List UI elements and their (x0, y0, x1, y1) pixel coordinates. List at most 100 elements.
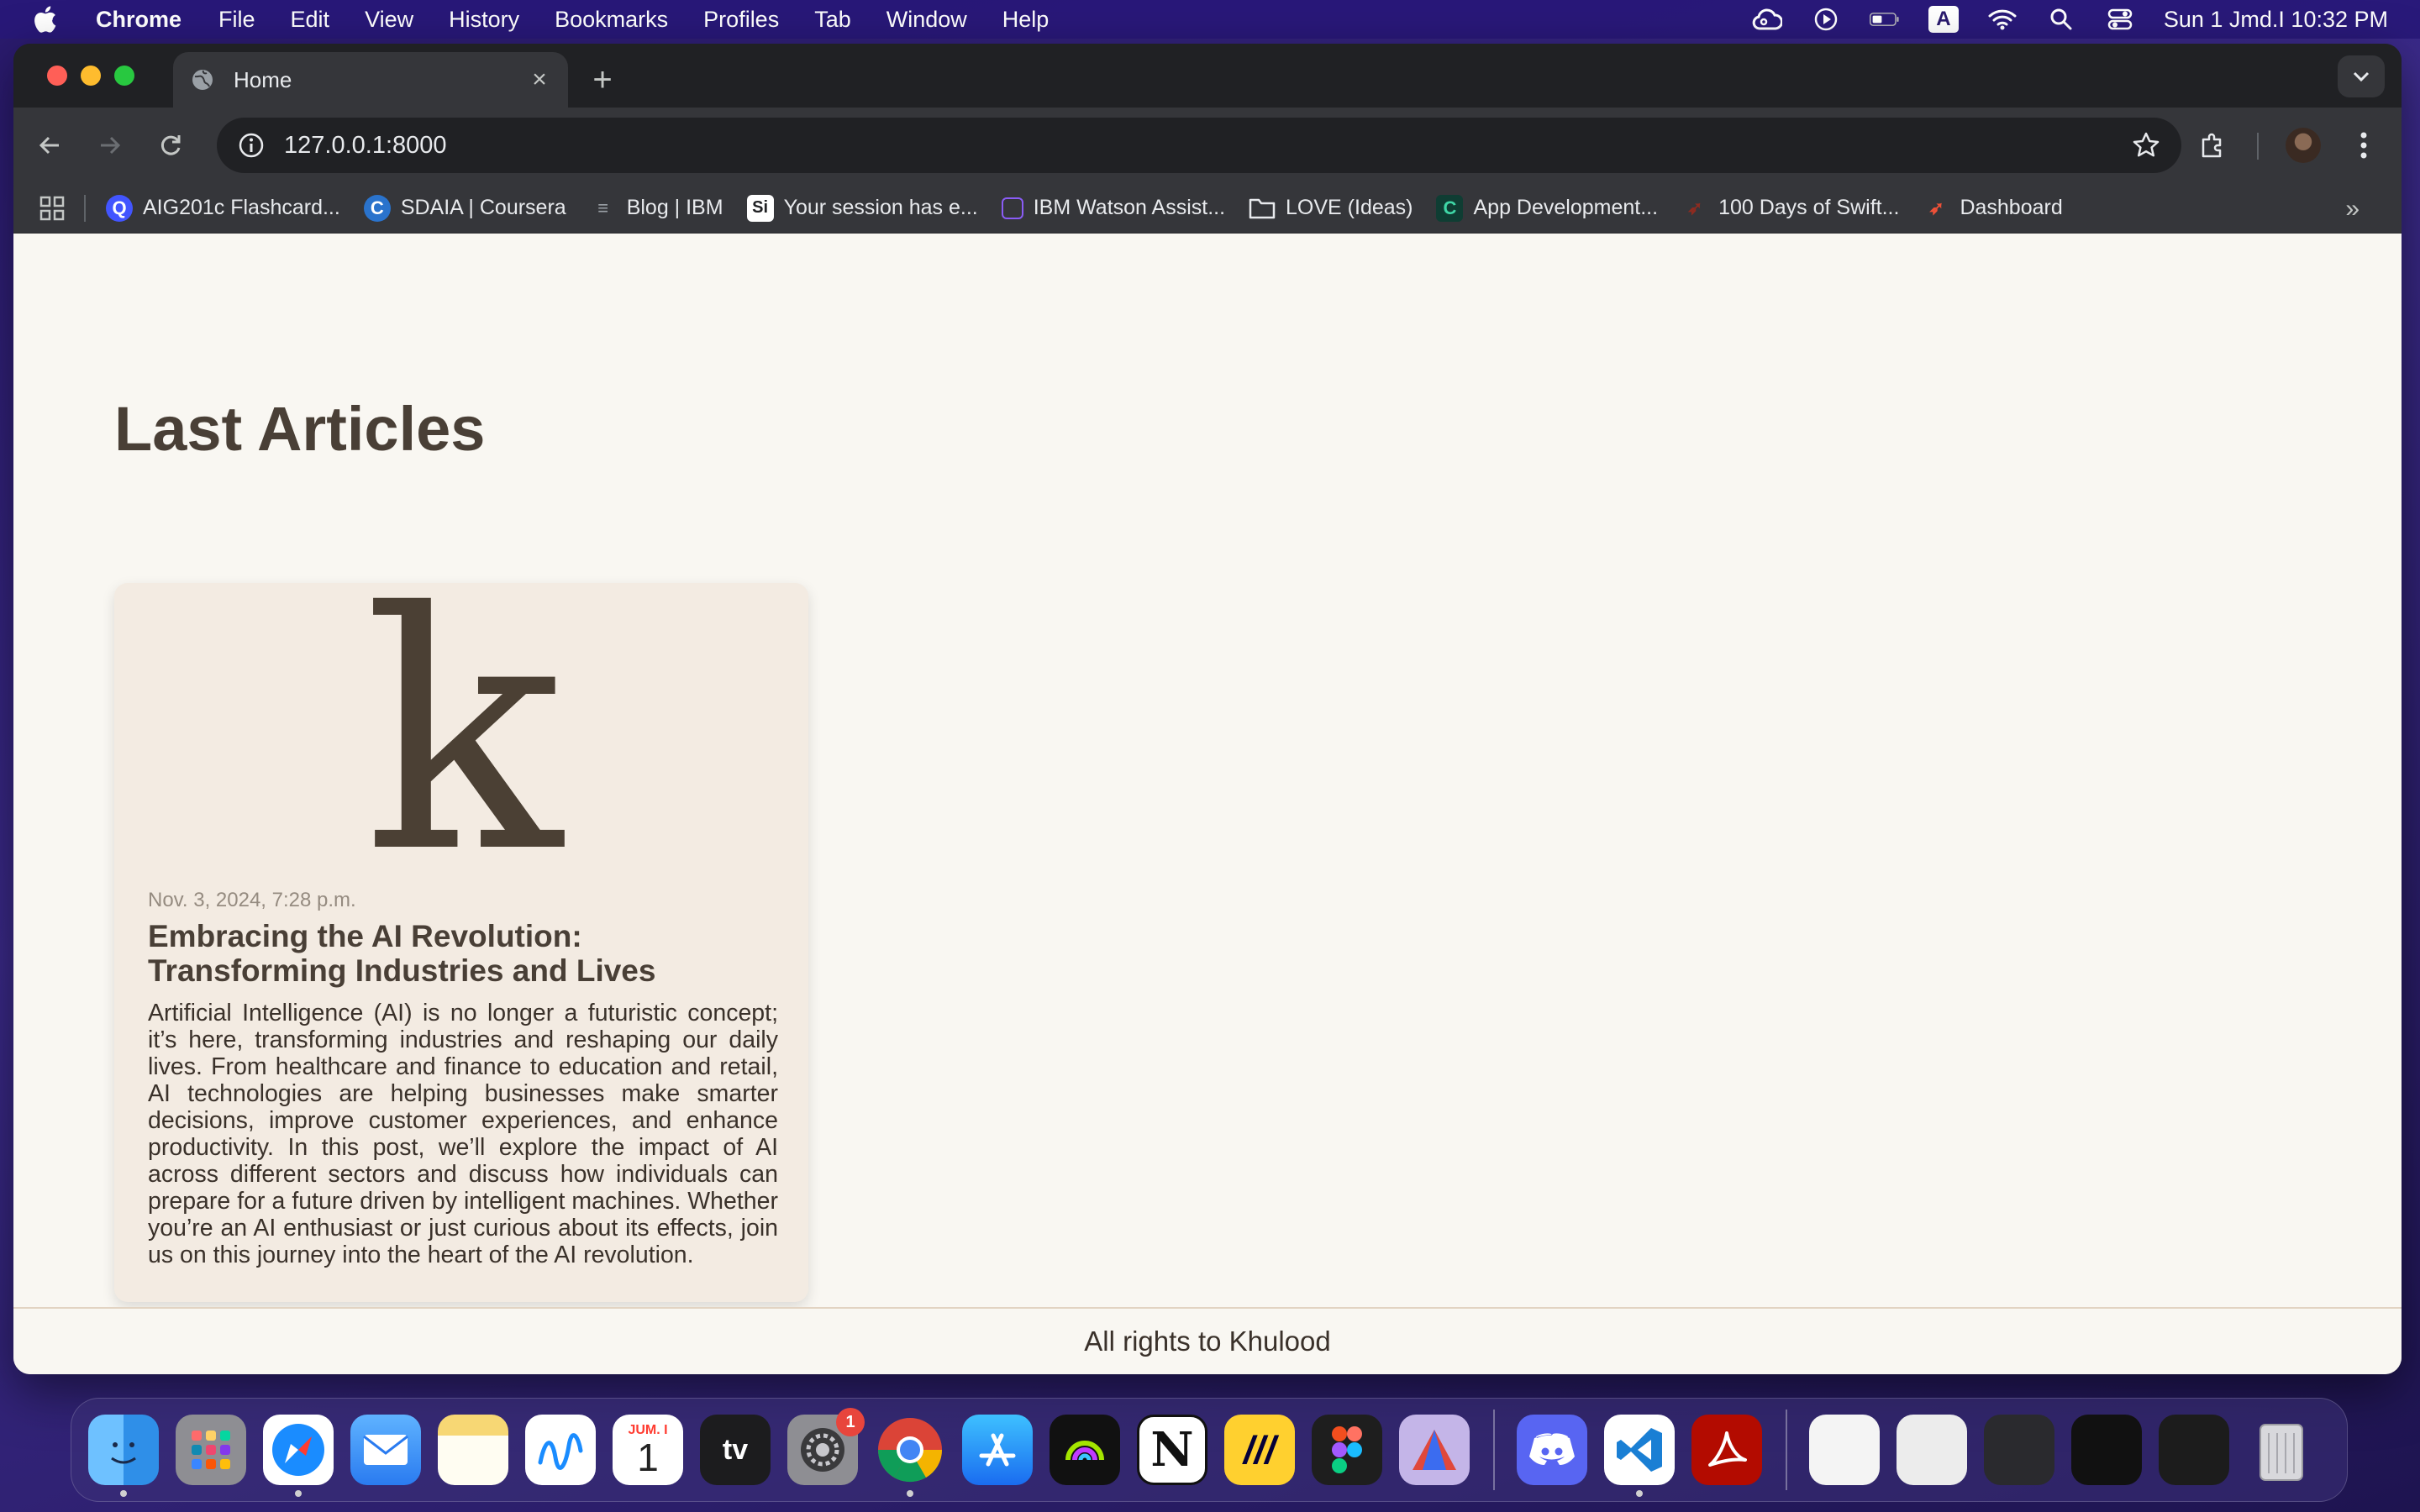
minimize-window-button[interactable] (81, 66, 101, 86)
bookmark-item[interactable]: C App Development... (1436, 194, 1659, 222)
miro-icon[interactable]: /// (1224, 1415, 1295, 1485)
bookmark-star-icon[interactable] (2131, 130, 2161, 160)
dock-divider (1786, 1410, 1787, 1490)
chrome-icon[interactable] (875, 1415, 945, 1497)
menu-bar-clock[interactable]: Sun 1 Jmd.I 10:32 PM (2164, 7, 2388, 33)
minimized-window-thumbnail[interactable] (1897, 1415, 1967, 1485)
status-area: A Sun 1 Jmd.I 10:32 PM (1752, 0, 2388, 39)
menu-file[interactable]: File (218, 7, 255, 33)
tab-home[interactable]: Home × (173, 52, 568, 108)
reload-button[interactable] (150, 124, 192, 166)
arrow-right-icon (101, 136, 121, 155)
profile-avatar[interactable] (2286, 128, 2321, 163)
control-center-icon[interactable] (2105, 7, 2135, 32)
acrobat-icon[interactable] (1691, 1415, 1762, 1485)
bookmark-item[interactable]: C SDAIA | Coursera (363, 194, 566, 222)
menu-edit[interactable]: Edit (291, 7, 330, 33)
recent-document-thumbnail[interactable] (1809, 1415, 1880, 1485)
freeform-icon[interactable] (525, 1415, 596, 1485)
vscode-icon[interactable] (1604, 1415, 1675, 1497)
tab-search-button[interactable] (2338, 55, 2385, 97)
bookmark-label: Your session has e... (783, 196, 978, 219)
menu-bookmarks[interactable]: Bookmarks (555, 7, 668, 33)
arrow-left-icon (39, 136, 59, 155)
notion-icon[interactable]: N (1137, 1415, 1207, 1485)
running-indicator (295, 1490, 302, 1497)
web-page: Last Articles k Nov. 3, 2024, 7:28 p.m. … (13, 234, 2402, 1374)
bookmark-label: 100 Days of Swift... (1718, 196, 1900, 219)
bookmark-item[interactable]: ➶ 100 Days of Swift... (1681, 195, 1900, 222)
bookmark-label: SDAIA | Coursera (400, 196, 566, 219)
article-logo: k (363, 543, 563, 924)
apple-tv-icon[interactable]: tv (700, 1415, 771, 1485)
forward-button[interactable] (89, 124, 131, 166)
menu-window[interactable]: Window (886, 7, 967, 33)
trash-icon[interactable] (2246, 1415, 2317, 1485)
menu-app-name[interactable]: Chrome (96, 7, 182, 33)
menu-view[interactable]: View (365, 7, 413, 33)
article-title[interactable]: Embracing the AI Revolution: Transformin… (148, 919, 778, 988)
new-tab-button[interactable]: + (581, 59, 623, 101)
bookmark-folder[interactable]: LOVE (Ideas) (1249, 195, 1413, 222)
apps-grid-icon (39, 196, 65, 220)
affinity-icon[interactable] (1399, 1415, 1470, 1485)
bookmarks-divider (84, 194, 86, 222)
mail-icon[interactable] (350, 1415, 421, 1485)
menu-history[interactable]: History (449, 7, 519, 33)
bookmark-item[interactable]: IBM Watson Assist... (1001, 196, 1226, 220)
wifi-icon[interactable] (1987, 7, 2018, 32)
calendar-icon[interactable]: JUM. I 1 (613, 1415, 683, 1485)
finder-icon[interactable] (88, 1415, 159, 1497)
close-window-button[interactable] (47, 66, 67, 86)
window-controls (47, 66, 134, 86)
globe-icon (190, 67, 215, 92)
folder-icon (1249, 195, 1276, 222)
arc-icon[interactable] (1050, 1415, 1120, 1485)
bookmark-label: AIG201c Flashcard... (143, 196, 340, 219)
bookmark-item[interactable]: ≡ Blog | IBM (590, 195, 723, 222)
app-dev-icon: C (1436, 194, 1464, 222)
safari-icon[interactable] (263, 1415, 334, 1497)
bookmark-item[interactable]: Q AIG201c Flashcard... (106, 194, 340, 222)
bookmark-label: App Development... (1473, 196, 1659, 219)
system-settings-icon[interactable]: 1 (787, 1408, 865, 1485)
input-source-icon[interactable]: A (1928, 6, 1959, 33)
macos-menu-bar: Chrome File Edit View History Bookmarks … (0, 0, 2420, 39)
creative-cloud-icon[interactable] (1752, 7, 1782, 32)
tab-strip: Home × + (13, 44, 2402, 108)
menu-profiles[interactable]: Profiles (703, 7, 779, 33)
bookmarks-overflow-icon[interactable]: » (2345, 195, 2360, 223)
apps-grid-button[interactable] (39, 195, 66, 222)
spotlight-search-icon[interactable] (2046, 7, 2076, 32)
apple-menu-icon[interactable] (32, 5, 59, 34)
app-store-icon[interactable] (962, 1415, 1033, 1485)
bookmark-item[interactable]: ➶ Dashboard (1923, 195, 2063, 222)
figma-icon[interactable] (1312, 1415, 1382, 1485)
minimized-window-thumbnail[interactable] (1984, 1415, 2054, 1485)
bookmark-label: Dashboard (1960, 196, 2063, 219)
article-card[interactable]: k Nov. 3, 2024, 7:28 p.m. Embracing the … (114, 543, 808, 1302)
extensions-icon[interactable] (2191, 124, 2233, 166)
address-bar[interactable]: 127.0.0.1:8000 (217, 118, 2181, 173)
more-menu-icon[interactable] (2344, 126, 2383, 165)
notification-badge: 1 (836, 1408, 865, 1436)
minimized-window-thumbnail[interactable] (2159, 1415, 2229, 1485)
play-circle-icon[interactable] (1811, 7, 1841, 32)
notes-icon[interactable] (438, 1415, 508, 1485)
site-info-icon[interactable] (237, 131, 266, 160)
bookmark-item[interactable]: Si Your session has e... (746, 194, 978, 222)
close-tab-icon[interactable]: × (528, 67, 551, 92)
bookmark-label: IBM Watson Assist... (1033, 196, 1226, 219)
browser-toolbar: 127.0.0.1:8000 (13, 108, 2402, 183)
zoom-window-button[interactable] (114, 66, 134, 86)
menu-help[interactable]: Help (1002, 7, 1050, 33)
battery-icon[interactable] (1869, 7, 1900, 32)
launchpad-icon[interactable] (176, 1415, 246, 1485)
discord-icon[interactable] (1517, 1415, 1587, 1485)
browser-window: Home × + 127.0.0.1:8000 Q AIG201c Flashc… (13, 44, 2402, 1374)
bookmarks-bar: Q AIG201c Flashcard... C SDAIA | Coursera … (13, 183, 2402, 234)
menu-tab[interactable]: Tab (814, 7, 851, 33)
minimized-window-thumbnail[interactable] (2071, 1415, 2142, 1485)
back-button[interactable] (29, 124, 71, 166)
reload-icon (160, 135, 181, 155)
